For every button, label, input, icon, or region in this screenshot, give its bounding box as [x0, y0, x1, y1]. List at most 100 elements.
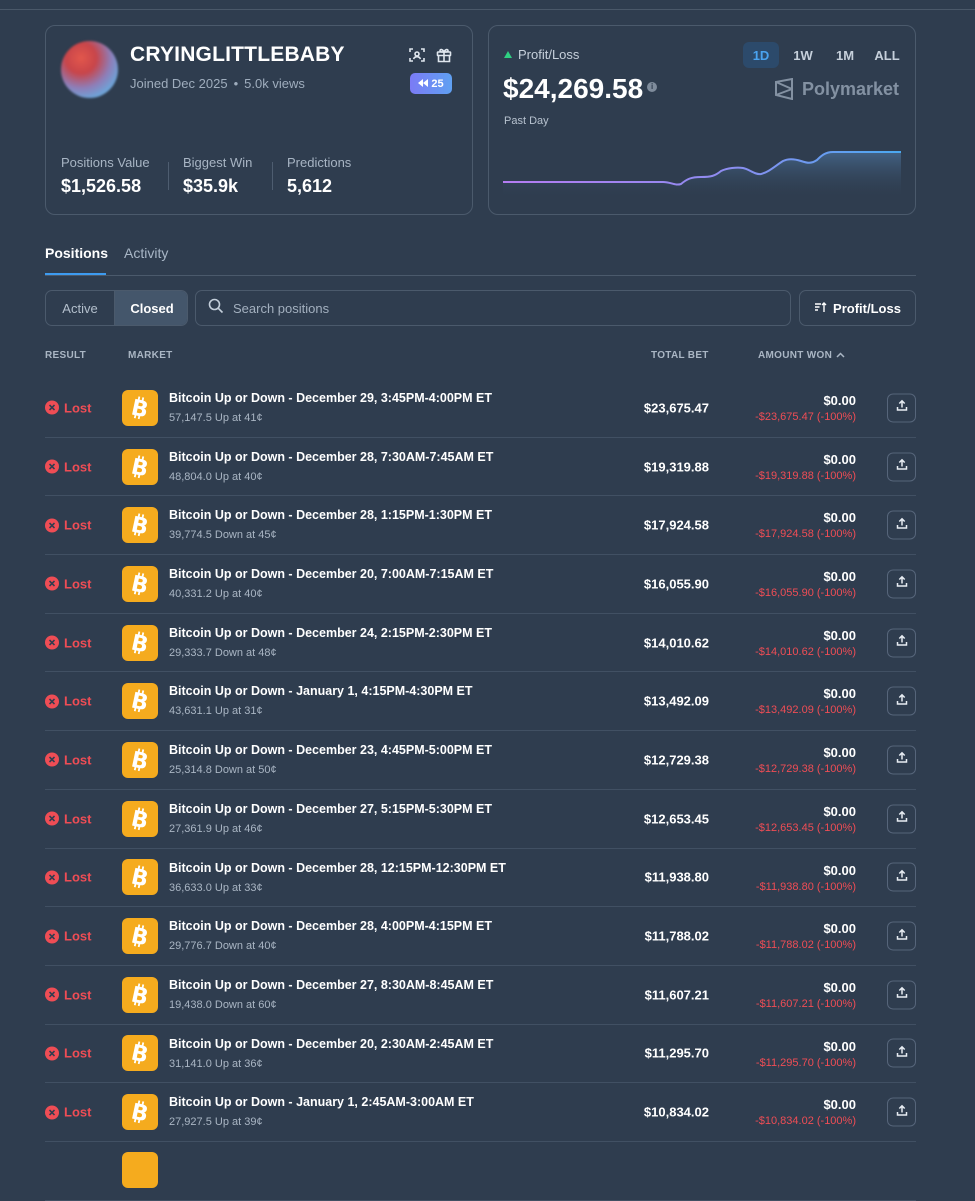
table-row[interactable]: Lost B Bitcoin Up or Down - December 24,… [45, 614, 916, 673]
filter-active-button[interactable]: Active [46, 291, 114, 325]
scan-icon[interactable] [408, 46, 426, 64]
joined-date: Joined Dec 2025 [130, 76, 228, 91]
market-title[interactable]: Bitcoin Up or Down - December 20, 7:00AM… [169, 567, 493, 581]
table-row[interactable]: Lost B Bitcoin Up or Down - December 28,… [45, 849, 916, 908]
share-button[interactable] [887, 980, 916, 1010]
filter-closed-button[interactable]: Closed [114, 291, 187, 325]
share-button[interactable] [887, 745, 916, 775]
result-lost: Lost [45, 1046, 91, 1061]
stat-divider [272, 162, 273, 190]
tab-positions[interactable]: Positions [45, 245, 108, 261]
sort-profit-loss-button[interactable]: Profit/Loss [799, 290, 916, 326]
market-title[interactable]: Bitcoin Up or Down - December 27, 5:15PM… [169, 802, 492, 816]
market-position: 27,927.5 Up at 39¢ [169, 1116, 263, 1129]
market-title[interactable]: Bitcoin Up or Down - December 20, 2:30AM… [169, 1037, 493, 1051]
total-bet: $11,607.21 [644, 987, 709, 1003]
market-title[interactable]: Bitcoin Up or Down - January 1, 2:45AM-3… [169, 1095, 474, 1109]
share-icon [896, 810, 908, 828]
polymarket-icon [774, 78, 793, 100]
badge-chip[interactable]: 25 [410, 73, 452, 94]
search-input[interactable] [233, 300, 773, 316]
share-button[interactable] [887, 510, 916, 540]
range-all[interactable]: ALL [869, 42, 905, 68]
share-button[interactable] [887, 1038, 916, 1068]
tab-activity[interactable]: Activity [124, 245, 168, 261]
bitcoin-icon: B [122, 624, 158, 661]
up-arrow-icon [504, 51, 512, 58]
table-row[interactable]: Lost B Bitcoin Up or Down - December 27,… [45, 790, 916, 849]
table-row[interactable]: Lost B Bitcoin Up or Down - December 29,… [45, 379, 916, 438]
table-row[interactable]: Lost B Bitcoin Up or Down - January 1, 4… [45, 672, 916, 732]
market-title[interactable]: Bitcoin Up or Down - December 29, 3:45PM… [169, 391, 492, 405]
x-circle-icon [45, 811, 59, 826]
loss-amount: -$13,492.09 (-100%) [755, 704, 856, 717]
share-button[interactable] [887, 452, 916, 482]
market-title[interactable]: Bitcoin Up or Down - December 27, 8:30AM… [169, 978, 493, 992]
table-row-partial[interactable] [45, 1142, 916, 1201]
stat-positions-value: Positions Value $1,526.58 [61, 155, 150, 197]
market-title[interactable]: Bitcoin Up or Down - January 1, 4:15PM-4… [169, 684, 473, 698]
market-title[interactable]: Bitcoin Up or Down - December 28, 1:15PM… [169, 508, 492, 522]
market-position: 29,776.7 Down at 40¢ [169, 940, 277, 953]
avatar[interactable] [61, 41, 118, 98]
profile-card: CRYINGLITTLEBABY Joined Dec 2025 • 5.0k vi… [45, 25, 473, 215]
bitcoin-icon: B [122, 918, 158, 955]
share-button[interactable] [887, 628, 916, 658]
share-button[interactable] [887, 686, 916, 716]
market-position: 29,333.7 Down at 48¢ [169, 646, 277, 659]
share-icon [896, 458, 908, 476]
result-lost: Lost [45, 811, 91, 826]
amount-won: $0.00 [823, 393, 856, 408]
x-circle-icon [45, 694, 59, 709]
result-label: Lost [64, 752, 92, 768]
table-row[interactable]: Lost B Bitcoin Up or Down - December 20,… [45, 555, 916, 614]
market-position: 48,804.0 Up at 40¢ [169, 470, 263, 483]
share-button[interactable] [887, 921, 916, 951]
range-1w[interactable]: 1W [785, 42, 821, 68]
x-circle-icon [45, 635, 59, 650]
x-circle-icon [45, 870, 59, 885]
market-title[interactable]: Bitcoin Up or Down - December 24, 2:15PM… [169, 626, 492, 640]
result-lost: Lost [45, 870, 91, 885]
market-title[interactable]: Bitcoin Up or Down - December 23, 4:45PM… [169, 743, 492, 757]
header-result: RESULT [45, 350, 87, 361]
header-amount-won-wrap[interactable]: AMOUNT WON [758, 350, 845, 361]
x-circle-icon [45, 518, 59, 533]
market-title[interactable]: Bitcoin Up or Down - December 28, 7:30AM… [169, 450, 493, 464]
market-title[interactable]: Bitcoin Up or Down - December 28, 4:00PM… [169, 919, 492, 933]
table-row[interactable]: Lost B Bitcoin Up or Down - December 23,… [45, 731, 916, 790]
x-circle-icon [45, 752, 59, 767]
table-row[interactable]: Lost B Bitcoin Up or Down - December 28,… [45, 438, 916, 497]
share-button[interactable] [887, 569, 916, 599]
amount-won: $0.00 [823, 1097, 856, 1113]
header-total-bet[interactable]: TOTAL BET [651, 350, 709, 361]
stat-predictions: Predictions 5,612 [287, 155, 351, 197]
share-icon [896, 927, 908, 945]
share-icon [896, 1103, 908, 1121]
table-row[interactable]: Lost B Bitcoin Up or Down - December 27,… [45, 966, 916, 1025]
share-button[interactable] [887, 862, 916, 892]
table-row[interactable]: Lost B Bitcoin Up or Down - December 20,… [45, 1025, 916, 1084]
info-icon[interactable]: i [647, 81, 658, 92]
share-icon [896, 516, 908, 534]
gift-icon[interactable] [435, 46, 453, 64]
range-1m[interactable]: 1M [827, 42, 863, 68]
search-box [195, 290, 791, 326]
result-label: Lost [64, 869, 92, 885]
result-label: Lost [64, 928, 92, 944]
table-row[interactable]: Lost B Bitcoin Up or Down - December 28,… [45, 907, 916, 966]
table-row[interactable]: Lost B Bitcoin Up or Down - January 1, 2… [45, 1083, 916, 1142]
range-1d[interactable]: 1D [743, 42, 779, 68]
table-row[interactable]: Lost B Bitcoin Up or Down - December 28,… [45, 496, 916, 556]
loss-amount: -$11,938.80 (-100%) [755, 880, 856, 893]
share-button[interactable] [887, 1097, 916, 1127]
share-button[interactable] [887, 393, 916, 423]
x-circle-icon [45, 576, 59, 591]
profile-meta: Joined Dec 2025 • 5.0k views [130, 76, 305, 91]
market-position: 39,774.5 Down at 45¢ [169, 529, 277, 542]
loss-amount: -$17,924.58 (-100%) [755, 528, 856, 541]
market-title[interactable]: Bitcoin Up or Down - December 28, 12:15P… [169, 861, 506, 875]
share-icon [896, 868, 908, 886]
share-button[interactable] [887, 804, 916, 834]
stat-value: $1,526.58 [61, 176, 142, 196]
